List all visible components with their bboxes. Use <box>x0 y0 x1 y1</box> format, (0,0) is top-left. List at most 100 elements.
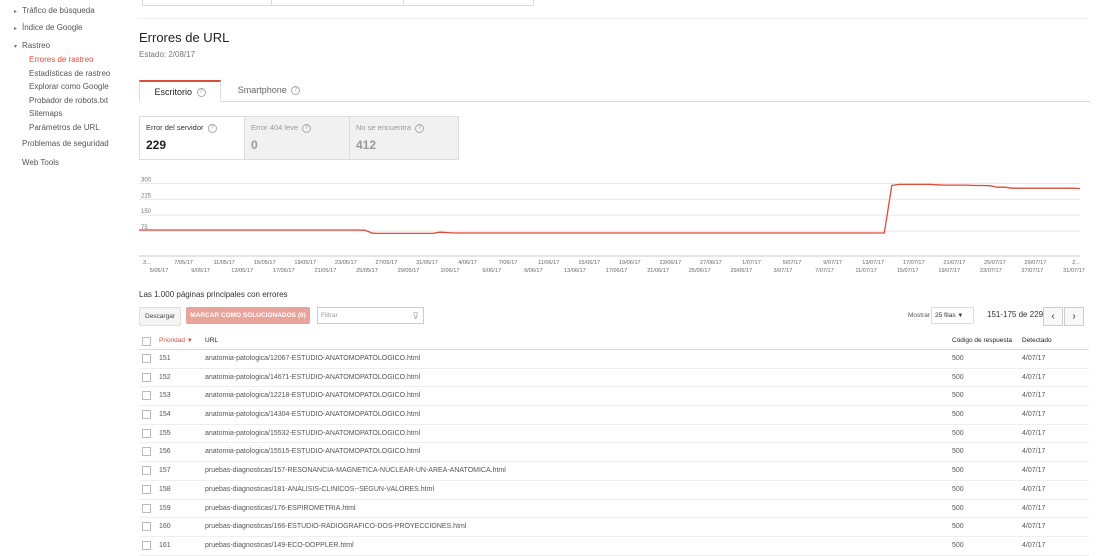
x-tick-label: 25/06/17 <box>689 268 711 274</box>
x-tick-label: 31/07/17 <box>1063 268 1085 274</box>
help-icon[interactable]: ? <box>415 123 425 133</box>
row-checkbox[interactable] <box>142 354 151 363</box>
table-row[interactable]: 157 pruebas-diagnosticas/157-RESONANCIA-M… <box>139 462 1089 481</box>
row-checkbox[interactable] <box>142 503 151 513</box>
row-checkbox[interactable] <box>142 466 151 476</box>
card-not-found[interactable]: No se encuentra ? 412 <box>349 116 459 160</box>
sidebar-item-url-parameters[interactable]: Parámetros de URL <box>29 123 100 132</box>
row-checkbox[interactable] <box>142 540 151 550</box>
sidebar-item-crawl-errors[interactable]: Errores de rastreo <box>29 55 93 64</box>
cell-detected: 4/07/17 <box>1022 373 1046 381</box>
cell-priority: 156 <box>159 448 171 456</box>
help-icon[interactable]: ? <box>291 86 301 96</box>
card-label-text: No se encuentra <box>356 123 412 132</box>
x-tick-label: 5/05/17 <box>150 268 169 274</box>
show-label: Mostrar <box>908 312 931 319</box>
card-label-text: Error 404 leve <box>251 123 299 132</box>
x-tick-label: 23/06/17 <box>659 260 681 266</box>
x-tick-label: 27/05/17 <box>376 260 398 266</box>
cell-url[interactable]: anatomia-patologica/12218-ESTUDIO-ANATOM… <box>205 387 420 404</box>
sidebar-item-fetch-as-google[interactable]: Explorar como Google <box>29 82 109 91</box>
sidebar-item-crawl[interactable]: ▾ Rastreo <box>14 41 50 50</box>
x-tick-label: 29/07/17 <box>1025 260 1047 266</box>
table-row[interactable]: 158 pruebas-diagnosticas/181-ANALISIS-CLI… <box>139 481 1089 500</box>
col-response-code[interactable]: Código de respuesta <box>952 333 1012 349</box>
cell-priority: 158 <box>159 485 171 493</box>
row-checkbox[interactable] <box>142 428 151 438</box>
sidebar-item-crawl-stats[interactable]: Estadísticas de rastreo <box>29 69 110 78</box>
sidebar-item-label: Rastreo <box>22 41 51 50</box>
chevron-down-icon: ▼ <box>957 313 964 319</box>
cell-url[interactable]: anatomia-patologica/15515-ESTUDIO-ANATOM… <box>205 443 420 460</box>
tab-smartphone[interactable]: Smartphone ? <box>229 80 309 100</box>
tab-desktop[interactable]: Escritorio ? <box>139 80 221 102</box>
cell-url[interactable]: anatomia-patologica/12067-ESTUDIO-ANATOM… <box>205 350 420 367</box>
cell-url[interactable]: anatomia-patologica/15532-ESTUDIO-ANATOM… <box>205 425 420 442</box>
help-icon[interactable]: ? <box>207 123 217 133</box>
table-row[interactable]: 152 anatomia-patologica/14671-ESTUDIO-ANA… <box>139 369 1089 388</box>
row-checkbox[interactable] <box>142 447 151 457</box>
cell-detected: 4/07/17 <box>1022 429 1046 437</box>
card-soft-404[interactable]: Error 404 leve ? 0 <box>244 116 350 160</box>
row-checkbox[interactable] <box>142 391 151 401</box>
col-detected[interactable]: Detectado <box>1022 333 1052 349</box>
sidebar-item-sitemaps[interactable]: Sitemaps <box>29 109 62 118</box>
card-value: 229 <box>146 138 167 152</box>
x-tick-label: 7/06/17 <box>499 260 518 266</box>
cell-priority: 151 <box>159 355 171 362</box>
sidebar-item-robots-tester[interactable]: Probador de robots.txt <box>29 96 108 105</box>
x-tick-label: 11/05/17 <box>213 260 234 266</box>
cell-response-code: 500 <box>952 523 964 531</box>
cell-url[interactable]: pruebas-diagnosticas/181-ANALISIS-CLINIC… <box>205 481 434 498</box>
chevron-left-icon: ‹ <box>1051 311 1055 322</box>
col-priority-label: Prioridad <box>159 337 186 344</box>
rows-per-page-select[interactable]: 25 filas ▼ <box>931 307 974 324</box>
cell-url[interactable]: anatomia-patologica/14304-ESTUDIO-ANATOM… <box>205 406 420 423</box>
col-priority[interactable]: Prioridad ▼ <box>159 333 193 349</box>
row-checkbox[interactable] <box>142 522 151 532</box>
cell-response-code: 500 <box>952 429 964 437</box>
table-row[interactable]: 160 pruebas-diagnosticas/166-ESTUDIO-RADI… <box>139 518 1089 537</box>
filter-placeholder: Filtrar <box>321 312 338 319</box>
table-row[interactable]: 154 anatomia-patologica/14304-ESTUDIO-ANA… <box>139 406 1089 425</box>
table-row[interactable]: 156 anatomia-patologica/15515-ESTUDIO-ANA… <box>139 443 1089 463</box>
cell-url[interactable]: pruebas-diagnosticas/176-ESPIROMETRIA.ht… <box>205 500 356 517</box>
table-row[interactable]: 151 anatomia-patologica/12067-ESTUDIO-ANA… <box>139 350 1089 369</box>
cell-url[interactable]: pruebas-diagnosticas/157-RESONANCIA-MAGN… <box>205 462 506 479</box>
cell-url[interactable]: pruebas-diagnosticas/166-ESTUDIO-RADIOGR… <box>205 518 466 535</box>
download-button[interactable]: Descargar <box>139 307 181 326</box>
mark-fixed-button[interactable]: MARCAR COMO SOLUCIONADOS (0) <box>186 307 310 324</box>
select-all-checkbox[interactable] <box>142 337 151 346</box>
cell-url[interactable]: anatomia-patologica/14671-ESTUDIO-ANATOM… <box>205 369 420 386</box>
x-tick-label: 25/07/17 <box>984 260 1006 266</box>
cell-response-code: 500 <box>952 373 964 381</box>
cell-url[interactable]: pruebas-diagnosticas/149-ECO-DOPPLER.htm… <box>205 537 354 554</box>
row-checkbox[interactable] <box>142 484 151 494</box>
filter-input[interactable]: Filtrar ⊽ <box>317 307 424 324</box>
help-icon[interactable]: ? <box>196 88 206 98</box>
x-tick-label: 29/06/17 <box>730 268 752 274</box>
table-row[interactable]: 159 pruebas-diagnosticas/176-ESPIROMETRIA… <box>139 500 1089 519</box>
row-checkbox[interactable] <box>142 410 151 420</box>
sidebar-item-traffic[interactable]: ▸ Tráfico de búsqueda <box>14 6 95 15</box>
cell-response-code: 500 <box>952 448 964 456</box>
sidebar-item-webtools[interactable]: Web Tools <box>22 158 59 167</box>
cell-detected: 4/07/17 <box>1022 411 1046 419</box>
table-row[interactable]: 155 anatomia-patologica/15532-ESTUDIO-ANA… <box>139 425 1089 444</box>
cell-priority: 157 <box>159 467 171 475</box>
x-tick-label: 15/05/17 <box>254 260 276 266</box>
sidebar-item-index[interactable]: ▸ Índice de Google <box>14 23 83 32</box>
prev-page-button[interactable]: ‹ <box>1043 307 1063 326</box>
cell-response-code: 500 <box>952 504 964 512</box>
table-row[interactable]: 161 pruebas-diagnosticas/149-ECO-DOPPLER.… <box>139 537 1089 556</box>
table-row[interactable]: 153 anatomia-patologica/12218-ESTUDIO-ANA… <box>139 387 1089 407</box>
card-label: Error del servidor ? <box>146 123 217 133</box>
cell-detected: 4/07/17 <box>1022 504 1046 512</box>
card-server-error[interactable]: Error del servidor ? 229 <box>139 116 245 160</box>
row-checkbox[interactable] <box>142 372 151 382</box>
help-icon[interactable]: ? <box>302 123 312 133</box>
sidebar-item-security[interactable]: Problemas de seguridad <box>22 139 109 148</box>
y-tick-label: 300 <box>141 177 152 183</box>
col-url[interactable]: URL <box>205 333 218 349</box>
next-page-button[interactable]: › <box>1064 307 1084 326</box>
